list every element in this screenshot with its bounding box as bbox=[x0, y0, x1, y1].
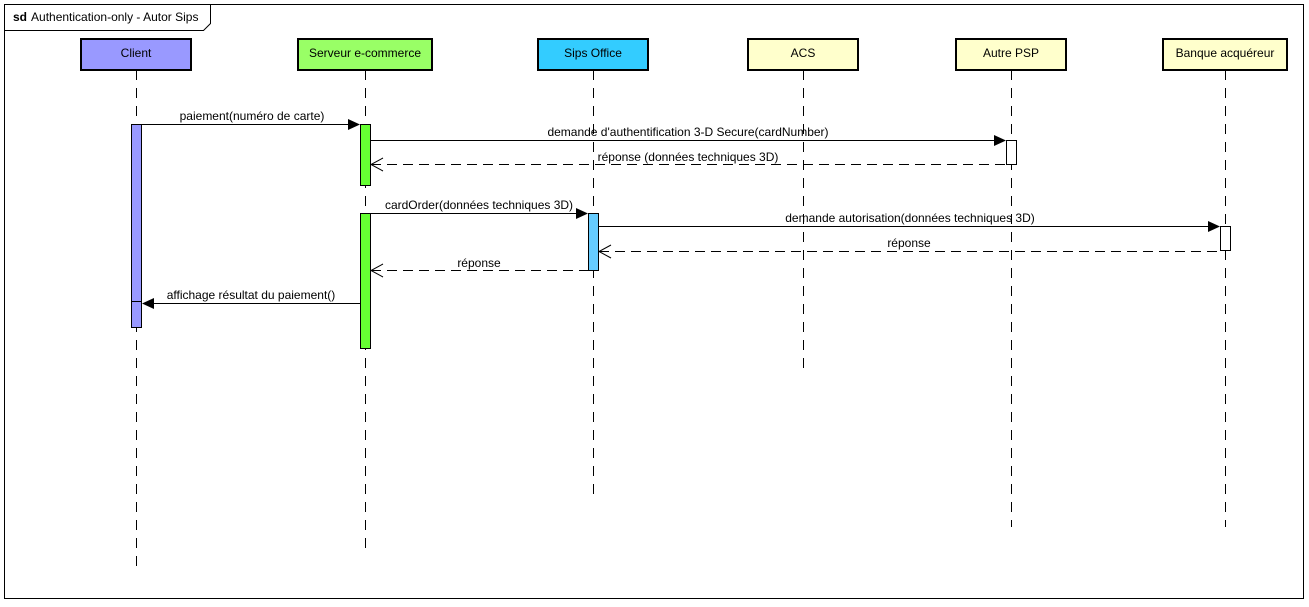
message-label: demande autorisation(données techniques … bbox=[785, 211, 1035, 225]
lifeline-label-sips: Sips Office bbox=[564, 46, 622, 60]
activation-bar-banque bbox=[1220, 226, 1231, 251]
sequence-diagram: sd Authentication-only - Autor Sips Clien… bbox=[4, 4, 1304, 599]
message-label: cardOrder(données techniques 3D) bbox=[385, 198, 573, 212]
activation-bar-sips bbox=[588, 213, 599, 271]
message-label: paiement(numéro de carte) bbox=[180, 109, 325, 123]
activation-bar-serveur-2 bbox=[360, 213, 371, 349]
lifeline-label-acs: ACS bbox=[791, 46, 816, 60]
lifeline-label-client: Client bbox=[121, 46, 152, 60]
activation-bar-serveur-1 bbox=[360, 124, 371, 186]
frame-keyword: sd bbox=[13, 10, 27, 24]
message-label: réponse (données techniques 3D) bbox=[598, 150, 779, 164]
lifeline-banque[interactable]: Banque acquéreur bbox=[1162, 38, 1288, 71]
lifeline-client[interactable]: Client bbox=[80, 38, 192, 71]
message-label: réponse bbox=[457, 256, 501, 270]
lifeline-psp[interactable]: Autre PSP bbox=[955, 38, 1067, 71]
activation-bar-psp bbox=[1006, 140, 1017, 165]
message-label: réponse bbox=[887, 236, 931, 250]
frame-title-text: Authentication-only - Autor Sips bbox=[31, 10, 198, 24]
lifeline-label-banque: Banque acquéreur bbox=[1176, 46, 1275, 60]
message-label: demande d'authentification 3-D Secure(ca… bbox=[547, 125, 828, 139]
lifeline-label-psp: Autre PSP bbox=[983, 46, 1039, 60]
lifeline-acs[interactable]: ACS bbox=[747, 38, 859, 71]
lifeline-sips[interactable]: Sips Office bbox=[537, 38, 649, 71]
lifeline-label-serveur: Serveur e-commerce bbox=[309, 46, 421, 60]
frame-title: sd Authentication-only - Autor Sips bbox=[13, 10, 198, 24]
activation-bar-client bbox=[131, 124, 142, 328]
lifeline-serveur[interactable]: Serveur e-commerce bbox=[297, 38, 433, 71]
message-label: affichage résultat du paiement() bbox=[167, 288, 336, 302]
